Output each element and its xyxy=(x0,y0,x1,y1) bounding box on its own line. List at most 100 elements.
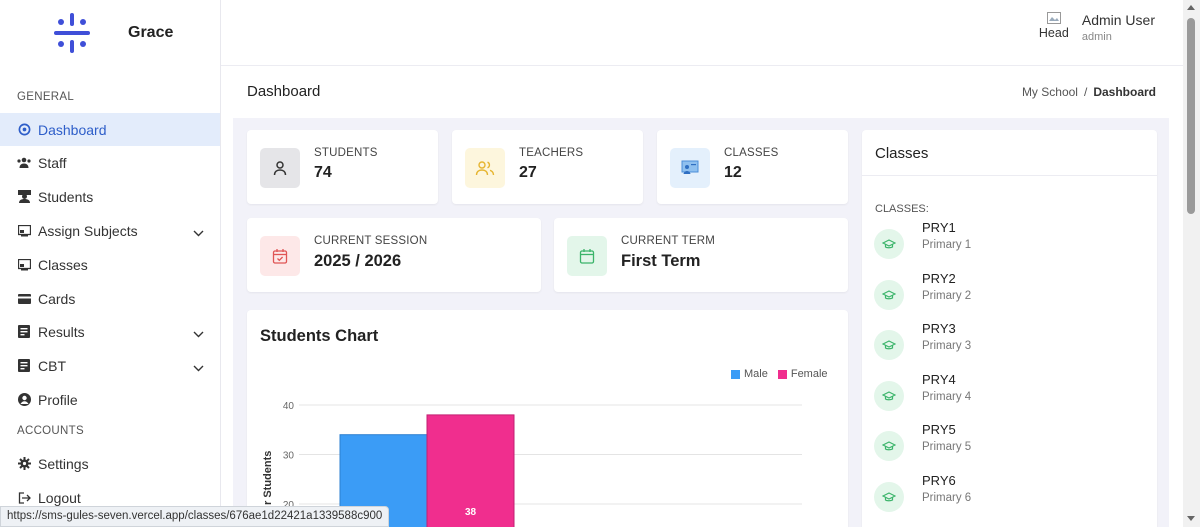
stat-label: CURRENT SESSION xyxy=(314,235,428,247)
status-bar-url: https://sms-gules-seven.vercel.app/class… xyxy=(0,506,390,527)
user-icon xyxy=(260,148,300,188)
students-icon xyxy=(17,190,31,204)
divider xyxy=(862,175,1157,176)
students-chart: r Students 4030203438 xyxy=(262,401,802,527)
class-description: Primary 2 xyxy=(922,289,972,302)
scrollbar[interactable] xyxy=(1183,0,1200,527)
stat-value: First Term xyxy=(621,252,701,270)
sidebar-item-label: Classes xyxy=(38,256,88,273)
class-name[interactable]: PRY1 xyxy=(922,220,956,235)
page-header: Dashboard My School / Dashboard xyxy=(221,66,1183,118)
graduation-cap-icon xyxy=(874,482,904,512)
sidebar-item-label: Students xyxy=(38,188,94,205)
brand-logo-icon[interactable] xyxy=(51,12,93,54)
class-description: Primary 1 xyxy=(922,239,972,251)
class-name[interactable]: PRY3 xyxy=(922,321,956,336)
stat-card-students[interactable]: STUDENTS 74 xyxy=(247,130,438,204)
students-chart-card: Students Chart Male Female r Students 40… xyxy=(247,310,848,527)
breadcrumb-item-my-school[interactable]: My School xyxy=(1022,85,1078,99)
sidebar-item-cards[interactable]: Cards xyxy=(0,282,220,315)
stat-card-session[interactable]: CURRENT SESSION 2025 / 2026 xyxy=(247,218,541,292)
chart-y-axis-label: r Students xyxy=(262,451,274,505)
sidebar-item-label: Results xyxy=(38,323,85,340)
class-name[interactable]: PRY2 xyxy=(922,271,956,286)
class-name[interactable]: PRY6 xyxy=(922,473,956,488)
classes-icon xyxy=(17,258,31,272)
graduation-cap-icon xyxy=(874,431,904,462)
profile-icon xyxy=(17,393,31,407)
classes-panel-subtitle: CLASSES: xyxy=(875,203,929,215)
class-description: Primary 4 xyxy=(922,390,972,403)
stat-value: 27 xyxy=(519,164,537,181)
avatar-alt-text: Head xyxy=(1038,26,1069,40)
graduation-cap-icon xyxy=(874,279,904,310)
breadcrumb: My School / Dashboard xyxy=(1022,85,1156,99)
user-menu[interactable]: Head Admin User admin xyxy=(1036,12,1155,48)
graduation-cap-icon xyxy=(874,229,904,259)
class-description: Primary 5 xyxy=(922,441,972,454)
classes-panel: Classes CLASSES: PRY1 Primary 1 PRY2 Primar… xyxy=(862,130,1157,527)
stat-value: 12 xyxy=(724,164,742,181)
sidebar-item-profile[interactable]: Profile xyxy=(0,383,220,416)
cbt-icon xyxy=(17,359,31,373)
topbar: Head Admin User admin xyxy=(221,0,1183,66)
class-description: Primary 3 xyxy=(922,340,972,353)
stat-value: 74 xyxy=(314,164,332,181)
chevron-down-icon[interactable] xyxy=(193,325,204,341)
chevron-down-icon[interactable] xyxy=(193,359,204,375)
stat-label: CURRENT TERM xyxy=(621,235,715,247)
chevron-down-icon[interactable] xyxy=(193,224,204,240)
sidebar-item-assign-subjects[interactable]: Assign Subjects xyxy=(0,214,220,247)
sidebar-item-classes[interactable]: Classes xyxy=(0,248,220,281)
class-name[interactable]: PRY5 xyxy=(922,422,956,437)
sidebar-item-staff[interactable]: Staff xyxy=(0,146,220,179)
scroll-up-arrow-icon[interactable] xyxy=(1187,5,1195,10)
class-name[interactable]: PRY4 xyxy=(922,372,956,387)
graduation-cap-icon xyxy=(874,330,904,361)
section-accounts-label: ACCOUNTS xyxy=(17,425,84,437)
cards-icon xyxy=(17,292,31,306)
sidebar-item-label: Cards xyxy=(38,290,76,307)
breadcrumb-item-dashboard: Dashboard xyxy=(1093,85,1156,99)
sidebar-item-label: CBT xyxy=(38,357,66,374)
stat-label: STUDENTS xyxy=(314,147,378,159)
sidebar-item-settings[interactable]: Settings xyxy=(0,447,220,480)
presentation-icon xyxy=(670,148,710,188)
users-icon xyxy=(465,148,505,188)
stat-card-term[interactable]: CURRENT TERM First Term xyxy=(554,218,848,292)
sidebar-item-results[interactable]: Results xyxy=(0,315,220,348)
stat-card-classes[interactable]: CLASSES 12 xyxy=(657,130,848,204)
chart-data-label: 38 xyxy=(465,507,477,518)
classes-panel-title: Classes xyxy=(875,145,929,162)
dashboard-icon xyxy=(17,123,31,137)
breadcrumb-separator: / xyxy=(1083,85,1088,99)
sidebar-item-label: Dashboard xyxy=(38,121,107,138)
chart-y-tick-label: 40 xyxy=(283,401,295,412)
user-role: admin xyxy=(1081,31,1112,43)
page-title: Dashboard xyxy=(247,83,321,100)
stat-card-teachers[interactable]: TEACHERS 27 xyxy=(452,130,643,204)
sidebar-item-label: Assign Subjects xyxy=(38,222,138,239)
scroll-down-arrow-icon[interactable] xyxy=(1187,516,1195,521)
sidebar-item-students[interactable]: Students xyxy=(0,180,220,213)
sidebar-item-cbt[interactable]: CBT xyxy=(0,349,220,382)
sidebar-item-label: Settings xyxy=(38,455,89,472)
graduation-cap-icon xyxy=(874,380,904,411)
broken-image-icon xyxy=(1046,12,1061,24)
settings-icon xyxy=(17,457,31,471)
results-icon xyxy=(17,325,31,339)
scrollbar-thumb[interactable] xyxy=(1187,18,1195,214)
assign-subjects-icon xyxy=(17,224,31,238)
chart-y-tick-label: 30 xyxy=(283,451,295,462)
staff-icon xyxy=(17,156,31,170)
class-description: Primary 6 xyxy=(922,492,972,504)
sidebar-item-label: Logout xyxy=(38,489,81,506)
brand-name[interactable]: Grace xyxy=(128,24,173,42)
sidebar-item-label: Staff xyxy=(38,154,67,171)
calendar-icon xyxy=(567,236,607,276)
sidebar-item-dashboard[interactable]: Dashboard xyxy=(0,113,220,146)
avatar[interactable]: Head xyxy=(1036,12,1072,48)
calendar-check-icon xyxy=(260,236,300,276)
stat-label: TEACHERS xyxy=(519,147,584,159)
stat-label: CLASSES xyxy=(724,147,779,159)
